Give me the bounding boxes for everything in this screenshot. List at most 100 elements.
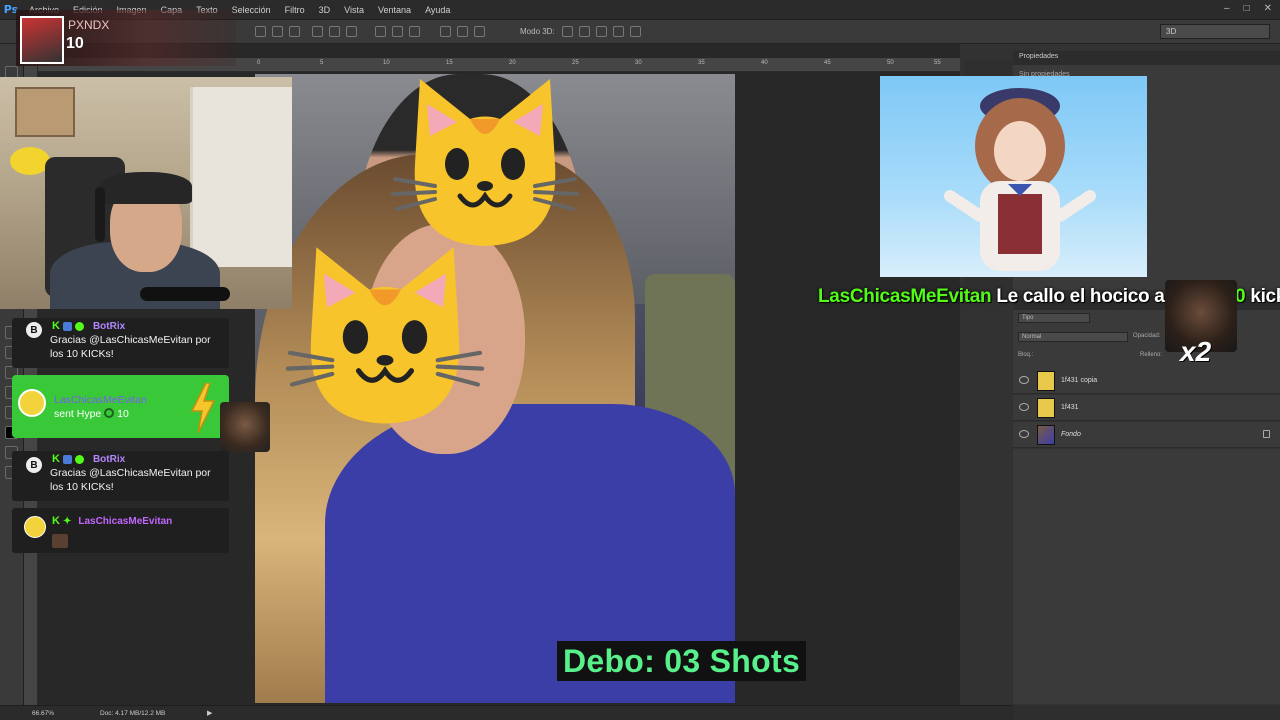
menu-3d[interactable]: 3D (312, 5, 338, 15)
document-canvas[interactable] (255, 74, 735, 703)
properties-panel-header[interactable]: Propiedades (1013, 51, 1280, 65)
multiplier-label: x2 (1180, 336, 1212, 367)
chat-username: BotRix (92, 320, 126, 332)
close-button[interactable]: ✕ (1264, 3, 1272, 14)
document-size: Doc: 4.17 MB/12.2 MB (100, 710, 166, 717)
webcam-corkboard (15, 87, 75, 137)
align-center-icon[interactable] (329, 26, 340, 37)
hype-amount: 10 (117, 408, 129, 420)
scale-3d-icon[interactable] (630, 26, 641, 37)
webcam-plush-toy (10, 147, 50, 175)
opacity-label: Opacidad: (1133, 333, 1161, 339)
layer-row[interactable]: 1f431 (1013, 395, 1280, 421)
layer-name: 1f431 copia (1061, 377, 1098, 384)
layer-thumbnail (1037, 398, 1055, 418)
monkey-emote (52, 534, 68, 548)
lock-label: Bloq.: (1018, 352, 1034, 358)
alert-animation (880, 76, 1147, 277)
workspace-select[interactable]: 3D (1160, 24, 1270, 39)
verified-badge-icon (74, 321, 84, 331)
status-bar: 66.67% Doc: 4.17 MB/12.2 MB ▶ (0, 705, 1013, 720)
lock-icon (1263, 430, 1270, 438)
cat-face-emoji-icon (285, 247, 485, 424)
layer-row[interactable]: Fondo (1013, 422, 1280, 448)
sparkle-badge-icon: ✦ (62, 515, 72, 527)
layer-kind-filter[interactable]: Tipo (1018, 313, 1090, 323)
ruler-tick: 40 (761, 60, 768, 66)
roll-3d-icon[interactable] (579, 26, 590, 37)
layers-list-empty-area (1013, 449, 1280, 704)
rotate-3d-icon[interactable] (562, 26, 573, 37)
verified-badge-icon (74, 454, 84, 464)
distribute-left-icon[interactable] (440, 26, 451, 37)
align-right-icon[interactable] (346, 26, 357, 37)
distribute-middle-icon[interactable] (392, 26, 403, 37)
lightning-bolt-icon (190, 383, 216, 433)
ruler-tick: 15 (446, 60, 453, 66)
shots-counter: Debo: 03 Shots (557, 641, 806, 681)
eye-icon[interactable] (1019, 403, 1029, 411)
align-middle-icon[interactable] (272, 26, 283, 37)
kick-badge-icon: K (52, 320, 60, 332)
eye-icon[interactable] (1019, 376, 1029, 384)
window-controls: – □ ✕ (1224, 3, 1272, 14)
bot-badge-icon (62, 454, 72, 464)
kick-badge-icon: K (52, 515, 60, 527)
ruler-tick: 55 (934, 60, 941, 66)
botrix-avatar-icon: B (26, 457, 42, 473)
slide-3d-icon[interactable] (613, 26, 624, 37)
ruler-tick: 45 (824, 60, 831, 66)
blend-mode-select[interactable]: Normal (1018, 332, 1128, 342)
ruler-tick: 10 (383, 60, 390, 66)
minimize-button[interactable]: – (1224, 3, 1230, 14)
hype-label: sent Hype (54, 408, 102, 420)
chat-badges: K ✦ LasChicasMeEvitan (52, 515, 172, 527)
chat-badges: K BotRix (52, 320, 125, 332)
ruler-tick: 35 (698, 60, 705, 66)
distribute-top-icon[interactable] (375, 26, 386, 37)
fill-label: Relleno: (1140, 352, 1163, 358)
play-arrow-icon[interactable]: ▶ (207, 709, 212, 717)
chat-username: BotRix (92, 453, 126, 465)
pan-3d-icon[interactable] (596, 26, 607, 37)
align-top-icon[interactable] (255, 26, 266, 37)
layers-panel-footer (1013, 705, 1280, 720)
kick-coin-icon (104, 408, 115, 418)
menu-ventana[interactable]: Ventana (371, 5, 418, 15)
chat-username: LasChicasMeEvitan (78, 515, 173, 527)
kick-badge-icon: K (52, 453, 60, 465)
layer-row[interactable]: 1f431 copia (1013, 368, 1280, 394)
zoom-level[interactable]: 66.67% (32, 710, 54, 717)
ruler-tick: 0 (257, 60, 261, 66)
layer-thumbnail (1037, 425, 1055, 445)
distribute-right-icon[interactable] (474, 26, 485, 37)
align-left-icon[interactable] (312, 26, 323, 37)
menu-ayuda[interactable]: Ayuda (418, 5, 457, 15)
chat-hype-message: LasChicasMeEvitan sent Hype 10 (12, 375, 229, 438)
menu-filtro[interactable]: Filtro (278, 5, 312, 15)
chat-message: K ✦ LasChicasMeEvitan (12, 508, 229, 553)
streamer-badge: PXNDX 10 (16, 10, 236, 66)
menu-vista[interactable]: Vista (337, 5, 371, 15)
layer-name: 1f431 (1061, 404, 1079, 411)
bot-badge-icon (62, 321, 72, 331)
eye-icon[interactable] (1019, 430, 1029, 438)
chat-text: Gracias @LasChicasMeEvitan por los 10 KI… (50, 467, 211, 493)
layers-panel-controls: Tipo Normal Opacidad: Bloq.: Relleno: (1013, 310, 1280, 370)
distribute-bottom-icon[interactable] (409, 26, 420, 37)
microphone-arm-icon (140, 287, 230, 301)
user-avatar (18, 389, 46, 417)
streamer-avatar (20, 16, 64, 64)
align-bottom-icon[interactable] (289, 26, 300, 37)
layer-thumbnail (1037, 371, 1055, 391)
botrix-avatar-icon: B (26, 322, 42, 338)
distribute-center-icon[interactable] (457, 26, 468, 37)
ruler-tick: 50 (887, 60, 894, 66)
ruler-tick: 20 (509, 60, 516, 66)
chat-username: LasChicasMeEvitan (54, 394, 147, 406)
streamer-count: 10 (66, 35, 84, 52)
maximize-button[interactable]: □ (1244, 3, 1250, 14)
alert-username: LasChicasMeEvitan (818, 286, 992, 307)
webcam-shelf (190, 87, 292, 267)
streamer-name: PXNDX (68, 18, 110, 32)
